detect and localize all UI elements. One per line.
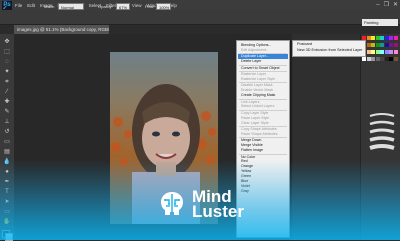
swatch[interactable] xyxy=(371,36,376,40)
submenu-item-postcard[interactable]: Postcard xyxy=(297,42,312,47)
marquee-tool-icon[interactable]: ⬚ xyxy=(3,48,11,56)
brand-name: Mind Luster xyxy=(192,188,244,221)
opacity-field[interactable]: 67% xyxy=(116,3,130,10)
document-tab[interactable]: images.jpg @ 51.1% (Background copy, RGB… xyxy=(14,25,109,34)
crop-tool-icon[interactable]: ⌗ xyxy=(3,78,11,86)
brush-stroke[interactable] xyxy=(369,113,395,117)
move-tool-icon[interactable]: ✥ xyxy=(3,38,11,46)
context-menu-item[interactable]: Flatten Image xyxy=(241,148,287,153)
swatch[interactable] xyxy=(380,36,385,40)
hand-tool-icon[interactable]: ✋ xyxy=(3,218,11,226)
brush-stroke[interactable] xyxy=(369,144,395,150)
swatch[interactable] xyxy=(366,57,371,62)
context-menu-item: Rasterize Layer Style xyxy=(241,76,276,81)
window-controls: – ❐ ✕ xyxy=(376,1,398,9)
swatch[interactable] xyxy=(384,36,389,40)
mode-select[interactable]: Normal xyxy=(58,3,84,10)
context-submenu: Postcard New 3D Extrusion from Selected … xyxy=(292,40,366,57)
menu-view[interactable]: View xyxy=(132,3,142,8)
history-brush-tool-icon[interactable]: ↺ xyxy=(3,128,11,136)
swatch[interactable] xyxy=(371,57,376,62)
brush-presets-panel[interactable] xyxy=(368,110,396,156)
close-button[interactable]: ✕ xyxy=(393,1,398,9)
dodge-tool-icon[interactable]: ● xyxy=(3,168,11,176)
context-menu-item[interactable]: Create Clipping Mask xyxy=(241,93,287,98)
minimize-button[interactable]: – xyxy=(376,1,379,9)
shape-tool-icon[interactable]: ▭ xyxy=(3,208,11,216)
brush-tool-icon[interactable]: ✎ xyxy=(3,108,11,116)
swatch[interactable] xyxy=(389,36,394,40)
context-menu-item[interactable]: Delete Layer xyxy=(241,59,287,64)
swatch[interactable] xyxy=(380,43,385,48)
healing-brush-tool-icon[interactable]: ✚ xyxy=(3,98,11,106)
menu-edit[interactable]: Edit xyxy=(27,3,35,8)
eraser-tool-icon[interactable]: ▭ xyxy=(3,138,11,146)
context-menu-item[interactable]: Gray xyxy=(241,189,287,194)
swatch[interactable] xyxy=(389,57,394,62)
clone-stamp-tool-icon[interactable]: ⊥ xyxy=(3,118,11,126)
restore-button[interactable]: ❐ xyxy=(384,1,389,9)
swatch[interactable] xyxy=(371,50,376,55)
context-menu-item: Select Linked Layers xyxy=(241,104,275,109)
opacity-label: Opacity: xyxy=(98,4,113,9)
submenu-item-3d-extrusion[interactable]: New 3D Extrusion from Selected Layer xyxy=(297,48,362,53)
brush-stroke[interactable] xyxy=(369,120,395,126)
blur-tool-icon[interactable]: 💧 xyxy=(3,158,11,166)
lasso-tool-icon[interactable]: ◌ xyxy=(3,58,11,66)
brand-logo: Mind Luster xyxy=(156,188,244,220)
swatch[interactable] xyxy=(384,50,389,55)
swatch[interactable] xyxy=(384,43,389,48)
swatch[interactable] xyxy=(389,50,394,55)
flow-label: Flow: xyxy=(145,4,155,9)
side-panel xyxy=(292,34,360,240)
brush-stroke[interactable] xyxy=(369,128,395,134)
swatches-panel[interactable] xyxy=(362,36,398,64)
mode-label: Mode: xyxy=(44,4,56,9)
swatch[interactable] xyxy=(375,36,380,40)
swatch[interactable] xyxy=(375,57,380,62)
swatch[interactable] xyxy=(371,43,376,48)
swatch[interactable] xyxy=(393,43,398,48)
swatch[interactable] xyxy=(362,57,367,62)
flow-field[interactable]: 100% xyxy=(156,3,171,10)
type-tool-icon[interactable]: T xyxy=(3,188,11,196)
tools-panel: ✥ ⬚ ◌ ✦ ⌗ ⁄ ✚ ✎ ⊥ ↺ ▭ ▤ 💧 ● ✒ T ➤ ▭ ✋ xyxy=(0,34,15,241)
swatch[interactable] xyxy=(389,43,394,48)
swatch[interactable] xyxy=(375,50,380,55)
context-menu-item[interactable]: Convert to Smart Object xyxy=(241,66,287,71)
swatch[interactable] xyxy=(380,50,385,55)
context-menu-item: Clear Layer Style xyxy=(241,120,269,125)
swatch[interactable] xyxy=(380,57,385,62)
brand-line-2: Luster xyxy=(192,202,244,221)
swatch[interactable] xyxy=(393,50,398,55)
options-bar xyxy=(0,10,400,25)
swatch[interactable] xyxy=(366,36,371,40)
swatch[interactable] xyxy=(393,57,398,62)
menu-file[interactable]: File xyxy=(15,3,22,8)
swatch[interactable] xyxy=(384,57,389,62)
context-menu-item: Paste Shape Attributes xyxy=(241,131,278,136)
layer-context-menu: Blending Options... Edit Adjustment... Dup… xyxy=(236,40,290,238)
magic-wand-tool-icon[interactable]: ✦ xyxy=(3,68,11,76)
gradient-tool-icon[interactable]: ▤ xyxy=(3,148,11,156)
eyedropper-tool-icon[interactable]: ⁄ xyxy=(3,88,11,96)
workspace-select[interactable]: Painting xyxy=(362,19,398,26)
brush-stroke[interactable] xyxy=(369,136,395,142)
brush-preset-icon[interactable]: 🖌 xyxy=(3,3,8,11)
swatch[interactable] xyxy=(393,36,398,40)
brain-icon xyxy=(161,192,183,215)
path-selection-tool-icon[interactable]: ➤ xyxy=(3,198,11,206)
swatch[interactable] xyxy=(366,50,371,55)
swatch[interactable] xyxy=(366,43,371,48)
swatch[interactable] xyxy=(375,43,380,48)
context-menu-item: Edit Adjustment... xyxy=(241,47,269,52)
pen-tool-icon[interactable]: ✒ xyxy=(3,178,11,186)
